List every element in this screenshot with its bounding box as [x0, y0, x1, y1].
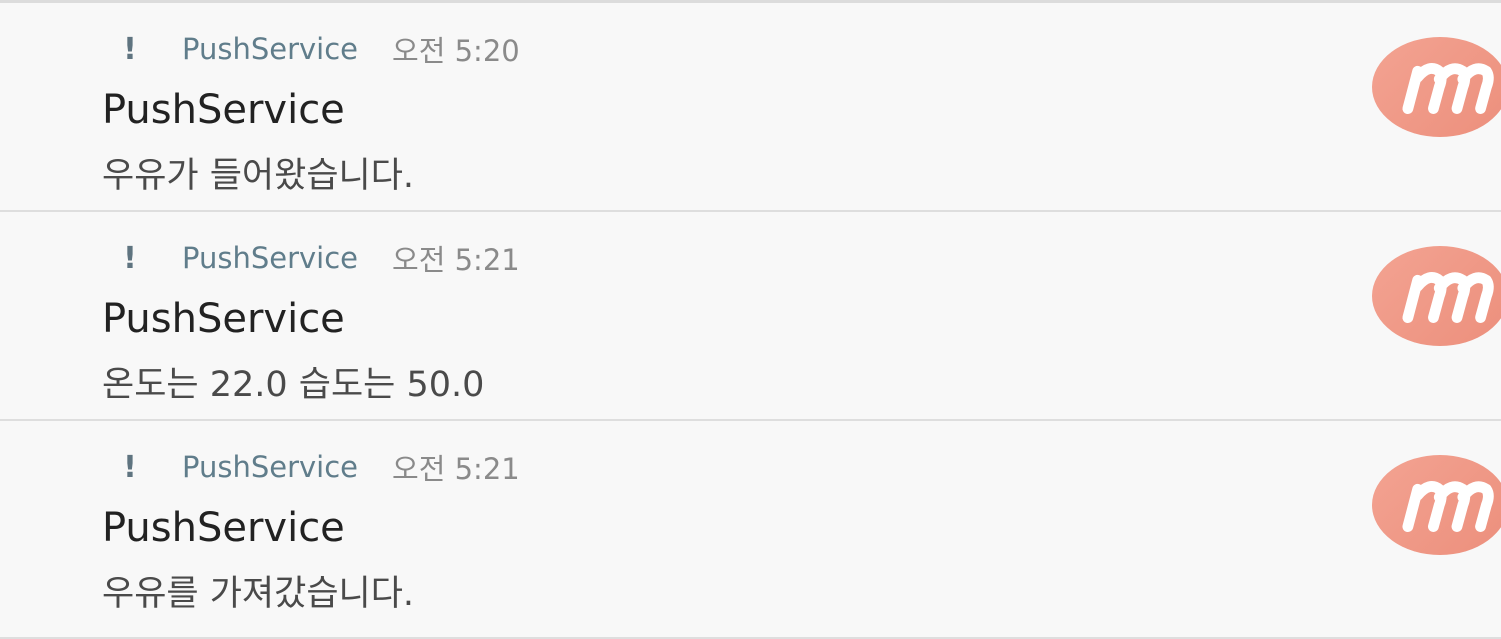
- notification-item[interactable]: ! PushService 오전 5:21 PushService 우유를 가져…: [0, 421, 1501, 639]
- m-logo-icon: [1372, 246, 1501, 346]
- notification-list: ! PushService 오전 5:20 PushService 우유가 들어…: [0, 0, 1501, 639]
- notification-header: ! PushService 오전 5:20: [118, 27, 520, 71]
- notification-title: PushService: [102, 505, 345, 551]
- exclamation-icon: !: [123, 240, 137, 276]
- m-logo-icon: [1372, 455, 1501, 555]
- notification-body: 우유가 들어왔습니다.: [102, 156, 415, 196]
- notification-time: 오전 5:20: [392, 34, 520, 68]
- notification-body: 우유를 가져갔습니다.: [102, 574, 415, 614]
- notification-time: 오전 5:21: [392, 243, 520, 277]
- notification-header: ! PushService 오전 5:21: [118, 236, 520, 280]
- notification-body: 온도는 22.0 습도는 50.0: [102, 365, 485, 405]
- notification-time: 오전 5:21: [392, 452, 520, 486]
- app-name: PushService: [182, 450, 359, 484]
- notification-title: PushService: [102, 87, 345, 133]
- exclamation-icon: !: [123, 31, 137, 67]
- app-name: PushService: [182, 241, 359, 275]
- m-logo-icon: [1372, 37, 1501, 137]
- notification-item[interactable]: ! PushService 오전 5:21 PushService 온도는 22…: [0, 212, 1501, 421]
- app-name: PushService: [182, 32, 359, 66]
- exclamation-icon: !: [123, 449, 137, 485]
- notification-header: ! PushService 오전 5:21: [118, 445, 520, 489]
- notification-title: PushService: [102, 296, 345, 342]
- notification-item[interactable]: ! PushService 오전 5:20 PushService 우유가 들어…: [0, 3, 1501, 212]
